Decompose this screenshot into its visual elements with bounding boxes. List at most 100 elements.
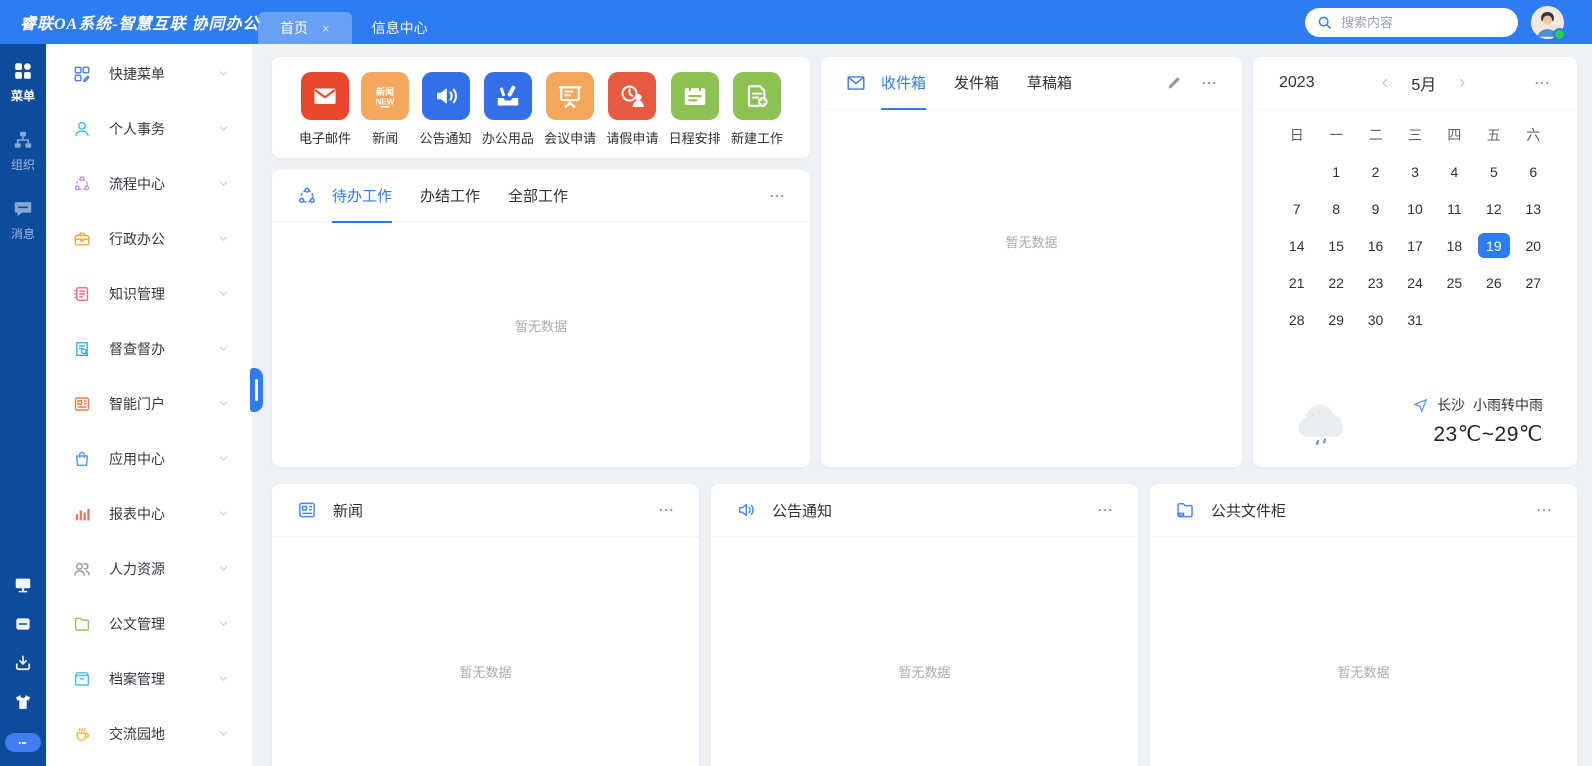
calendar-day[interactable]: 12	[1474, 190, 1513, 227]
sidebar-item-document-mgmt[interactable]: 公文管理	[46, 596, 252, 651]
theme-icon[interactable]	[13, 692, 33, 712]
calendar-day[interactable]: 23	[1356, 264, 1395, 301]
svg-text:新闻: 新闻	[376, 86, 394, 97]
app-shortcut-schedule[interactable]: 日程安排	[669, 72, 721, 147]
calendar-day[interactable]: 1	[1316, 153, 1355, 190]
topbar-tab-home[interactable]: 首页×	[258, 12, 352, 44]
calendar-day[interactable]: 22	[1316, 264, 1355, 301]
work-tab-0[interactable]: 待办工作	[332, 170, 392, 223]
calendar-day-selected[interactable]: 19	[1474, 227, 1513, 264]
calendar-day[interactable]: 14	[1277, 227, 1316, 264]
calendar-day[interactable]: 3	[1395, 153, 1434, 190]
news-icon	[296, 499, 318, 521]
calendar-month-nav: 5月	[1315, 71, 1533, 95]
calendar-day[interactable]: 9	[1356, 190, 1395, 227]
sidebar-item-knowledge-mgmt[interactable]: 知识管理	[46, 266, 252, 321]
card-icon[interactable]	[13, 614, 33, 634]
app-shortcut-meeting-request[interactable]: 会议申请	[544, 72, 596, 147]
sidebar-item-app-center[interactable]: 应用中心	[46, 431, 252, 486]
sidebar-item-exchange-garden[interactable]: 交流园地	[46, 706, 252, 761]
process-center-icon	[72, 174, 92, 194]
next-month-icon[interactable]	[1456, 77, 1468, 89]
app-shortcut-new-work[interactable]: 新建工作	[731, 72, 783, 147]
mail-tab-0[interactable]: 收件箱	[881, 57, 926, 110]
sidebar-item-admin-office[interactable]: 行政办公	[46, 211, 252, 266]
more-icon[interactable]	[657, 501, 675, 519]
menu-icon	[12, 60, 34, 82]
meeting-request-icon	[546, 72, 594, 120]
weather-temperature: 23℃~29℃	[1412, 422, 1543, 447]
calendar-day[interactable]: 29	[1316, 301, 1355, 338]
sidebar-item-report-center[interactable]: 报表中心	[46, 486, 252, 541]
calendar-day[interactable]: 6	[1514, 153, 1553, 190]
calendar-day[interactable]: 7	[1277, 190, 1316, 227]
chevron-down-icon	[217, 672, 230, 685]
calendar-day[interactable]: 10	[1395, 190, 1434, 227]
sidebar-item-smart-portal[interactable]: 智能门户	[46, 376, 252, 431]
calendar-day[interactable]: 18	[1435, 227, 1474, 264]
calendar-day[interactable]: 17	[1395, 227, 1434, 264]
sidebar-item-supervision[interactable]: 督查督办	[46, 321, 252, 376]
user-avatar[interactable]	[1531, 6, 1564, 39]
more-icon[interactable]	[768, 187, 786, 205]
calendar-day[interactable]: 21	[1277, 264, 1316, 301]
calendar-day[interactable]: 31	[1395, 301, 1434, 338]
app-shortcut-email[interactable]: 电子邮件	[299, 72, 351, 147]
calendar-day[interactable]: 11	[1435, 190, 1474, 227]
calendar-day[interactable]: 16	[1356, 227, 1395, 264]
calendar-day[interactable]: 15	[1316, 227, 1355, 264]
more-icon[interactable]	[1533, 74, 1551, 92]
calendar-day[interactable]: 2	[1356, 153, 1395, 190]
sidebar-item-archive-mgmt[interactable]: 档案管理	[46, 651, 252, 706]
work-tab-1[interactable]: 办结工作	[420, 170, 480, 223]
monitor-icon[interactable]	[13, 575, 33, 595]
mail-tab-2[interactable]: 草稿箱	[1027, 57, 1072, 110]
app-shortcut-announcement[interactable]: 公告通知	[420, 72, 472, 147]
mail-tab-1[interactable]: 发件箱	[954, 57, 999, 110]
app-shortcut-leave-request[interactable]: 请假申请	[606, 72, 658, 147]
calendar-day[interactable]: 27	[1514, 264, 1553, 301]
topbar-tab-info-center[interactable]: 信息中心	[352, 12, 448, 44]
calendar-day[interactable]: 13	[1514, 190, 1553, 227]
compose-icon[interactable]	[1166, 75, 1182, 91]
tab-close-icon[interactable]: ×	[322, 22, 330, 35]
rail-item-message[interactable]: 消息	[11, 198, 35, 242]
sidebar-item-personal-affairs[interactable]: 个人事务	[46, 101, 252, 156]
search-box[interactable]	[1305, 8, 1518, 37]
calendar-header: 2023 5月	[1253, 57, 1577, 110]
sidebar-item-quick-menu[interactable]: 快捷菜单	[46, 46, 252, 101]
calendar-day[interactable]: 28	[1277, 301, 1316, 338]
download-icon[interactable]	[13, 653, 33, 673]
sidebar-item-hr[interactable]: 人力资源	[46, 541, 252, 596]
calendar-day-header: 二	[1356, 116, 1395, 153]
app-shortcut-office-supplies[interactable]: 办公用品	[482, 72, 534, 147]
calendar-day[interactable]: 24	[1395, 264, 1434, 301]
calendar-day[interactable]: 25	[1435, 264, 1474, 301]
sidebar-collapse-handle[interactable]	[250, 368, 263, 412]
calendar-day[interactable]: 5	[1474, 153, 1513, 190]
more-icon[interactable]	[1535, 501, 1553, 519]
work-card: 待办工作办结工作全部工作 暂无数据	[272, 170, 810, 467]
calendar-day[interactable]: 20	[1514, 227, 1553, 264]
prev-month-icon[interactable]	[1379, 77, 1391, 89]
app-label: 请假申请	[606, 128, 658, 147]
calendar-month: 5月	[1411, 71, 1436, 95]
rail-toggle-pill[interactable]	[5, 733, 41, 752]
workflow-icon	[296, 185, 318, 207]
calendar-day[interactable]: 26	[1474, 264, 1513, 301]
rail-item-org[interactable]: 组织	[11, 129, 35, 173]
search-input[interactable]	[1341, 15, 1496, 30]
sidebar-item-process-center[interactable]: 流程中心	[46, 156, 252, 211]
calendar-empty-cell	[1435, 301, 1474, 338]
card-title: 公共文件柜	[1211, 500, 1286, 521]
rail-item-menu[interactable]: 菜单	[11, 60, 35, 104]
calendar-day[interactable]: 30	[1356, 301, 1395, 338]
work-card-header: 待办工作办结工作全部工作	[272, 170, 810, 223]
app-shortcut-news[interactable]: 新闻NEW新闻	[361, 72, 409, 147]
calendar-day[interactable]: 4	[1435, 153, 1474, 190]
more-icon[interactable]	[1200, 74, 1218, 92]
more-icon[interactable]	[1096, 501, 1114, 519]
calendar-day[interactable]: 8	[1316, 190, 1355, 227]
work-tab-2[interactable]: 全部工作	[508, 170, 568, 223]
chevron-down-icon	[217, 617, 230, 630]
